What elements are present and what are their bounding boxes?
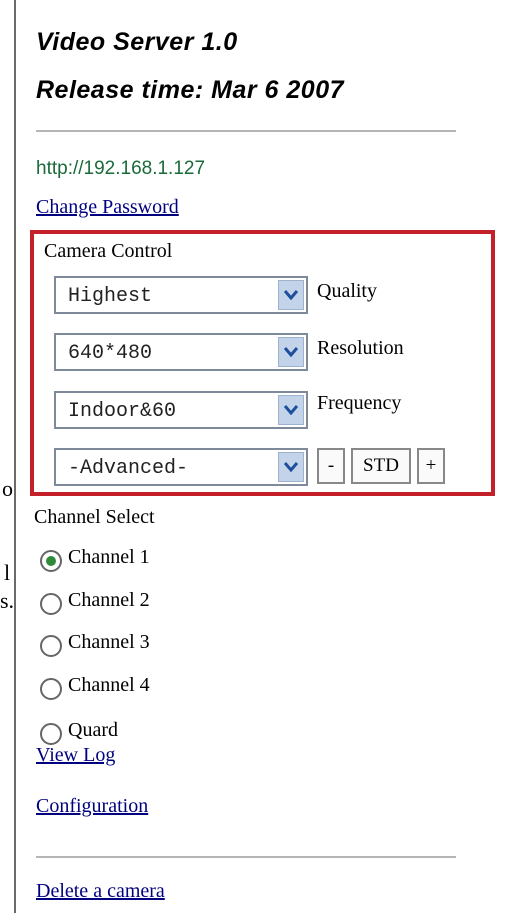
release-time: Release time: Mar 6 2007 <box>36 76 345 104</box>
radio-icon[interactable] <box>40 635 62 657</box>
advanced-value: -Advanced- <box>68 457 189 480</box>
chevron-down-icon[interactable] <box>278 395 304 425</box>
resolution-select[interactable]: 640*480 <box>54 333 308 371</box>
view-log-link[interactable]: View Log <box>36 744 115 767</box>
frequency-select[interactable]: Indoor&60 <box>54 391 308 429</box>
radio-selected-icon[interactable] <box>40 550 62 572</box>
frequency-value: Indoor&60 <box>68 400 177 423</box>
chevron-down-icon[interactable] <box>278 452 304 482</box>
channel-label: Quard <box>68 719 118 741</box>
resolution-label: Resolution <box>317 337 404 359</box>
stray-char-o: o <box>2 476 13 501</box>
radio-icon[interactable] <box>40 593 62 615</box>
chevron-down-icon[interactable] <box>278 280 304 310</box>
quality-select[interactable]: Highest <box>54 276 308 314</box>
chevron-down-icon[interactable] <box>278 337 304 367</box>
resolution-value: 640*480 <box>68 342 153 365</box>
channel-label: Channel 2 <box>68 589 150 611</box>
channel-label: Channel 4 <box>68 674 150 696</box>
camera-control-box: Camera Control Highest Quality 640*480 R… <box>30 230 495 496</box>
stray-char-l: l <box>4 560 11 585</box>
std-button[interactable]: STD <box>351 448 411 484</box>
delete-camera-link[interactable]: Delete a camera <box>36 880 165 903</box>
divider <box>36 856 456 858</box>
change-password-link[interactable]: Change Password <box>36 196 179 219</box>
advanced-select[interactable]: -Advanced- <box>54 448 308 486</box>
channel-label: Channel 1 <box>68 546 150 568</box>
channel-label: Channel 3 <box>68 631 150 653</box>
radio-icon[interactable] <box>40 678 62 700</box>
stray-char-s: s. <box>0 588 15 613</box>
increase-button[interactable]: + <box>417 448 445 484</box>
control-panel: Video Server 1.0 Release time: Mar 6 200… <box>14 0 508 913</box>
radio-icon[interactable] <box>40 723 62 745</box>
decrease-button[interactable]: - <box>317 448 345 484</box>
configuration-link[interactable]: Configuration <box>36 795 148 818</box>
frequency-label: Frequency <box>317 392 402 414</box>
divider <box>36 130 456 132</box>
channel-select-heading: Channel Select <box>34 506 155 528</box>
page-title: Video Server 1.0 <box>36 28 238 56</box>
server-url: http://192.168.1.127 <box>36 158 206 179</box>
quality-label: Quality <box>317 280 377 302</box>
camera-control-heading: Camera Control <box>44 240 173 262</box>
quality-value: Highest <box>68 285 153 308</box>
